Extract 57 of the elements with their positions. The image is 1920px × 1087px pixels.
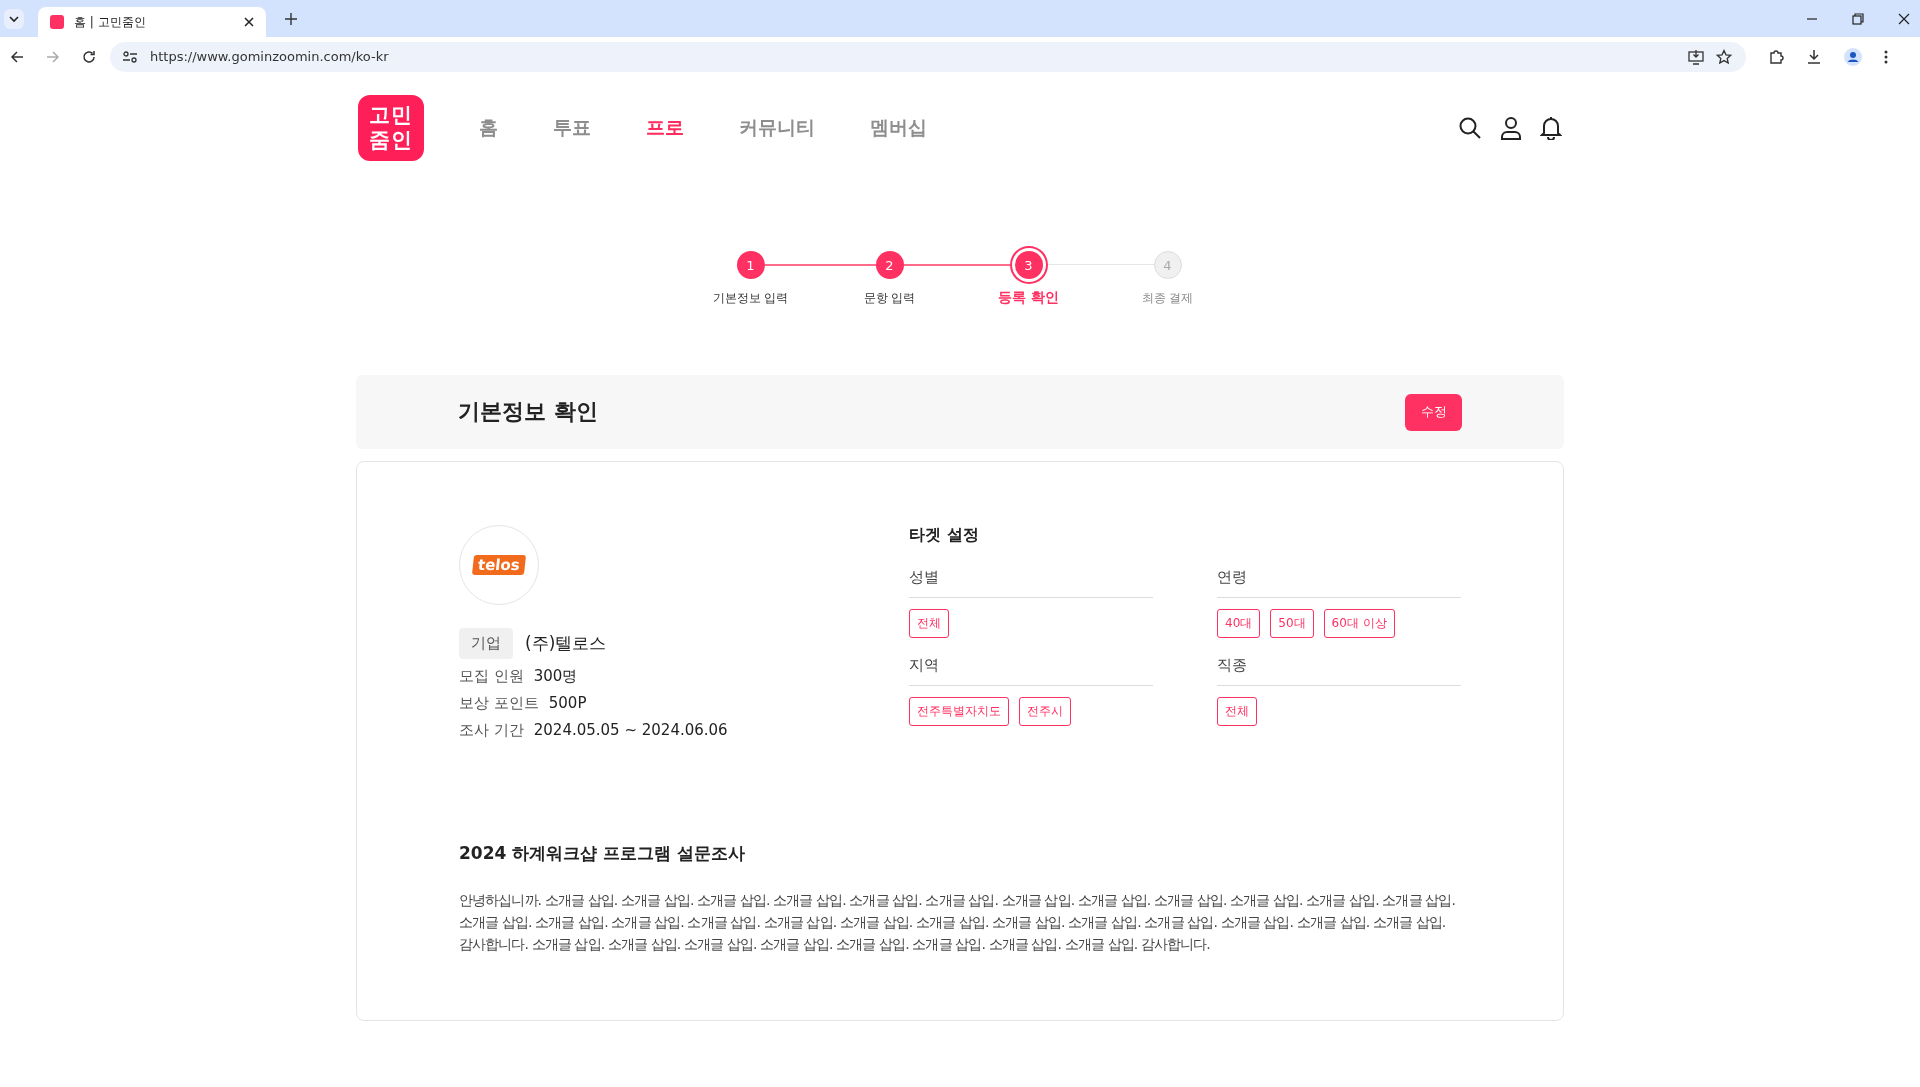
group-label: 지역 (909, 656, 1153, 686)
bell-icon[interactable] (1540, 116, 1562, 140)
target-chip: 전체 (1217, 697, 1257, 726)
menu-icon[interactable] (1884, 49, 1888, 64)
info-value: 500P (548, 694, 587, 713)
profile-icon[interactable] (1844, 47, 1862, 66)
company-name: (주)텔로스 (525, 632, 607, 655)
target-chip: 40대 (1217, 609, 1261, 638)
step-label: 기본정보 입력 (712, 290, 789, 307)
back-icon[interactable] (10, 49, 24, 64)
group-label: 직종 (1217, 656, 1461, 686)
address-field[interactable]: https://www.gominzoomin.com/ko-kr (110, 41, 1746, 72)
info-label: 모집 인원 (459, 667, 524, 686)
target-chip: 전주시 (1019, 697, 1071, 726)
step-label: 문항 입력 (863, 290, 916, 307)
browser-tab[interactable]: 홈 | 고민줌인 (38, 7, 266, 37)
edit-button[interactable]: 수정 (1405, 393, 1462, 431)
target-chip: 전체 (909, 609, 949, 638)
step-label: 등록 확인 (998, 289, 1059, 307)
user-icon[interactable] (1500, 116, 1522, 140)
target-title: 타겟 설정 (909, 525, 980, 546)
app-logo[interactable]: 고민줌인 (358, 95, 424, 161)
new-tab-icon[interactable] (285, 12, 297, 25)
step-number[interactable]: 1 (736, 251, 765, 279)
close-icon[interactable] (244, 17, 254, 27)
download-icon[interactable] (1806, 48, 1822, 65)
site-settings-icon[interactable] (122, 49, 138, 64)
nav-link[interactable]: 커뮤니티 (739, 115, 815, 141)
extensions-icon[interactable] (1768, 48, 1784, 65)
info-value: 2024.05.05 ~ 2024.06.06 (533, 721, 728, 740)
target-chip: 전주특별자치도 (909, 697, 1009, 726)
nav-link[interactable]: 투표 (553, 115, 591, 141)
step-number[interactable]: 4 (1153, 251, 1182, 279)
search-icon[interactable] (1458, 116, 1482, 140)
install-icon[interactable] (1688, 48, 1704, 65)
group-label: 연령 (1217, 568, 1461, 598)
restore-icon[interactable] (1852, 12, 1864, 25)
reload-icon[interactable] (82, 49, 96, 64)
bookmark-star-icon[interactable] (1716, 48, 1732, 65)
nav-link[interactable]: 멤버십 (870, 115, 927, 141)
close-icon[interactable] (1898, 12, 1910, 25)
company-type-tag: 기업 (459, 628, 513, 659)
nav-link[interactable]: 홈 (479, 115, 498, 141)
survey-description: 안녕하십니까. 소개글 삽입. 소개글 삽입. 소개글 삽입. 소개글 삽입. 소개글 삽입. 소개글 삽입. 소개글 삽입. 소개글 삽입. 소개글 삽입. 소개글 삽입. 소개글 삽입. 소개글 삽입. 소개글 삽입. 소개글 삽입. 소개글 삽입. 소개글 삽입. 소개글 삽입. 소개글 삽입. 소개글 삽입. 소개글 삽입. 소개글 삽입. 소개글 삽입. 소개글 삽입. 소개글 삽입. 소개글 삽입. 감사합니다. 소개글 삽입. 소개글 삽입. 소개글 삽입. 소개글 삽입. 소개글 삽입. 소개글 삽입. 소개글 삽입. 소개글 삽입. 감사합니다. (459, 891, 1456, 954)
info-label: 조사 기간 (459, 721, 524, 740)
nav-link[interactable]: 프로 (646, 115, 684, 141)
step-number[interactable]: 2 (875, 251, 904, 279)
info-label: 보상 포인트 (459, 694, 539, 713)
target-chip: 60대 이상 (1323, 609, 1395, 638)
survey-title: 2024 하계워크샵 프로그램 설문조사 (459, 842, 747, 865)
step-label: 최종 결제 (1141, 290, 1194, 307)
tab-title: 홈 | 고민줌인 (74, 13, 147, 31)
target-chip: 50대 (1270, 609, 1314, 638)
info-value: 300명 (533, 667, 578, 686)
favicon-icon (50, 15, 64, 29)
group-label: 성별 (909, 568, 1153, 598)
section-title: 기본정보 확인 (458, 398, 598, 426)
